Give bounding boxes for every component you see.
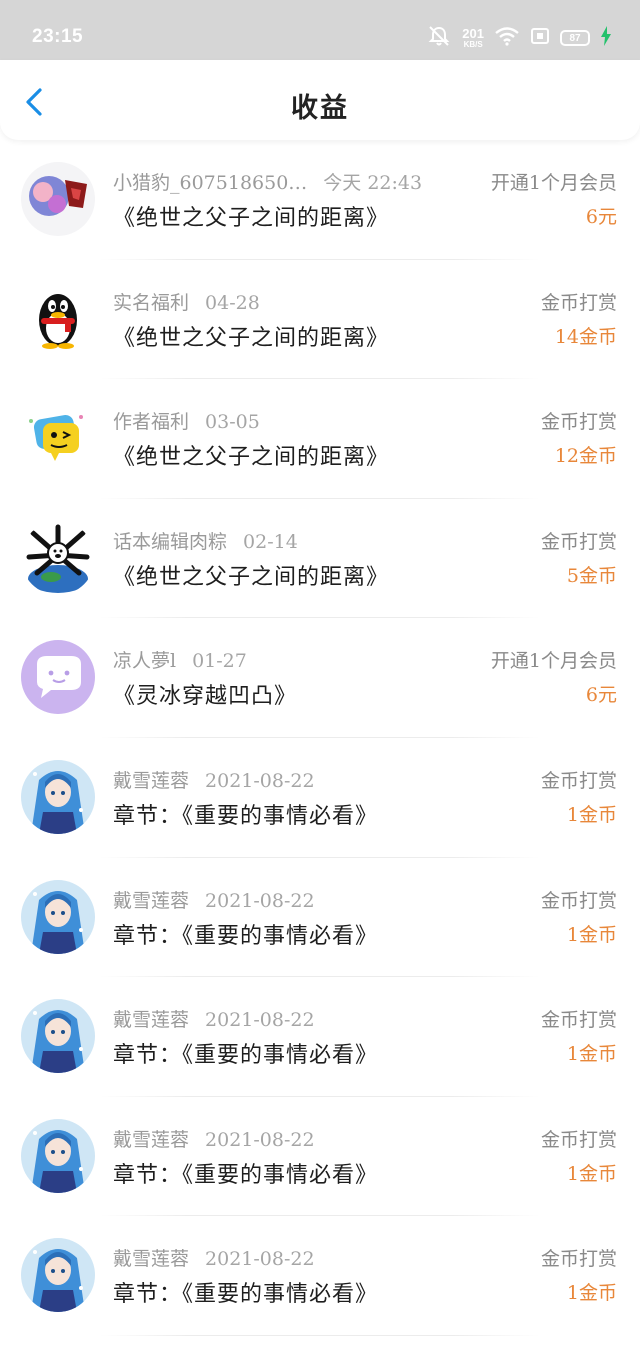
status-icons: 201 KB/S 87	[426, 24, 612, 52]
earning-time: 04-28	[205, 291, 260, 314]
book-title: 《绝世之父子之间的距离》	[113, 206, 390, 231]
user-name: 凉人夢l	[113, 650, 177, 673]
network-speed: 201 KB/S	[462, 27, 484, 49]
yellow-emoji-avatar	[21, 401, 95, 476]
chapter-title: 章节：《重要的事情必看》	[113, 1043, 379, 1069]
user-name: 戴雪莲蓉	[113, 889, 190, 912]
status-time: 23:15	[32, 26, 84, 47]
reward-type: 开通1个月会员	[490, 650, 617, 673]
row-divider	[100, 1334, 540, 1336]
reward-type: 金币打赏	[540, 1128, 617, 1151]
earning-time: 2021-08-22	[205, 769, 315, 792]
reward-type: 金币打赏	[540, 530, 617, 553]
reward-type: 金币打赏	[540, 889, 617, 912]
earning-time: 02-14	[243, 530, 298, 553]
reward-amount: 6元	[585, 206, 617, 228]
anime-girl-avatar	[21, 879, 95, 954]
user-name: 戴雪莲蓉	[113, 1009, 190, 1032]
network-speed-value: 201	[462, 26, 484, 41]
chapter-title: 章节：《重要的事情必看》	[113, 923, 379, 949]
wifi-icon	[494, 26, 520, 51]
reward-type: 金币打赏	[540, 769, 617, 792]
user-name: 小猎豹_607518650…	[113, 172, 308, 194]
user-meta: 话本编辑肉粽 02-14	[113, 527, 298, 554]
charging-icon	[600, 25, 612, 51]
book-title: 《绝世之父子之间的距离》	[113, 325, 390, 351]
anime-girl-avatar	[21, 1118, 95, 1193]
reward-amount: 1金币	[566, 923, 617, 946]
reward-amount: 6元	[585, 684, 617, 707]
reward-type: 金币打赏	[540, 291, 617, 314]
reward-amount: 1金币	[566, 1282, 617, 1305]
earnings-list: 小猎豹_607518650… 今天 22:43 《绝世之父子之间的距离》 开通1个…	[0, 140, 640, 1336]
user-name: 戴雪莲蓉	[113, 1128, 190, 1151]
chapter-title: 章节：《重要的事情必看》	[113, 803, 379, 829]
reward-type: 金币打赏	[540, 1009, 617, 1032]
user-name: 作者福利	[113, 411, 190, 434]
status-bar: 23:15 201 KB/S 87	[0, 0, 640, 60]
earning-time: 今天 22:43	[323, 172, 423, 194]
battery-icon: 87	[560, 30, 590, 46]
purple-chat-avatar	[21, 640, 95, 715]
anime-girl-avatar	[21, 1238, 95, 1313]
reward-amount: 14金币	[554, 325, 617, 348]
book-title: 《绝世之父子之间的距离》	[113, 564, 390, 590]
penguin-avatar	[21, 281, 95, 356]
user-meta: 戴雪莲蓉 2021-08-22	[113, 886, 315, 913]
anime-girl-avatar	[21, 999, 95, 1074]
reward-type: 金币打赏	[540, 411, 617, 434]
user-meta: 作者福利 03-05	[113, 407, 260, 434]
earning-row[interactable]: 实名福利 04-28 《绝世之父子之间的距离》 金币打赏 14金币	[0, 260, 640, 380]
header: 收益	[0, 60, 640, 140]
earning-time: 2021-08-22	[205, 889, 315, 912]
reward-amount: 5金币	[566, 564, 617, 587]
network-speed-unit: KB/S	[463, 40, 483, 49]
book-title: 《绝世之父子之间的距离》	[113, 445, 390, 471]
user-meta: 戴雪莲蓉 2021-08-22	[113, 1125, 315, 1152]
reward-amount: 1金币	[566, 1043, 617, 1066]
user-name: 戴雪莲蓉	[113, 769, 190, 792]
earning-row[interactable]: 戴雪莲蓉 2021-08-22 章节：《重要的事情必看》 金币打赏 1金币	[0, 977, 640, 1097]
earth-bear-avatar	[21, 520, 95, 595]
user-name: 实名福利	[113, 291, 190, 314]
reward-amount: 1金币	[566, 1162, 617, 1185]
anime-girl-avatar	[21, 759, 95, 834]
user-meta: 小猎豹_607518650… 今天 22:43	[113, 168, 422, 195]
colorful-art-avatar	[21, 162, 95, 236]
user-meta: 实名福利 04-28	[113, 288, 260, 315]
earning-time: 01-27	[192, 650, 247, 673]
reward-type: 金币打赏	[540, 1248, 617, 1271]
chapter-title: 章节：《重要的事情必看》	[113, 1162, 379, 1188]
chapter-title: 章节：《重要的事情必看》	[113, 1282, 379, 1308]
earning-time: 2021-08-22	[205, 1009, 315, 1032]
user-meta: 凉人夢l 01-27	[113, 646, 247, 673]
mute-bell-icon	[426, 25, 452, 52]
earning-row[interactable]: 凉人夢l 01-27 《灵冰穿越凹凸》 开通1个月会员 6元	[0, 618, 640, 738]
user-meta: 戴雪莲蓉 2021-08-22	[113, 1005, 315, 1032]
earning-row[interactable]: 戴雪莲蓉 2021-08-22 章节：《重要的事情必看》 金币打赏 1金币	[0, 858, 640, 978]
reward-type: 开通1个月会员	[490, 172, 617, 194]
user-name: 戴雪莲蓉	[113, 1248, 190, 1271]
earning-time: 03-05	[205, 411, 260, 434]
sim-icon	[530, 27, 550, 50]
user-meta: 戴雪莲蓉 2021-08-22	[113, 766, 315, 793]
user-name: 话本编辑肉粽	[113, 530, 228, 553]
earning-row[interactable]: 戴雪莲蓉 2021-08-22 章节：《重要的事情必看》 金币打赏 1金币	[0, 1216, 640, 1336]
earning-time: 2021-08-22	[205, 1128, 315, 1151]
earning-row[interactable]: 戴雪莲蓉 2021-08-22 章节：《重要的事情必看》 金币打赏 1金币	[0, 738, 640, 858]
book-title: 《灵冰穿越凹凸》	[113, 684, 298, 710]
earning-row[interactable]: 作者福利 03-05 《绝世之父子之间的距离》 金币打赏 12金币	[0, 379, 640, 499]
earning-row[interactable]: 话本编辑肉粽 02-14 《绝世之父子之间的距离》 金币打赏 5金币	[0, 499, 640, 619]
reward-amount: 1金币	[566, 803, 617, 826]
earning-time: 2021-08-22	[205, 1248, 315, 1271]
user-meta: 戴雪莲蓉 2021-08-22	[113, 1244, 315, 1271]
page-title: 收益	[291, 93, 349, 124]
reward-amount: 12金币	[554, 445, 617, 468]
earning-row[interactable]: 戴雪莲蓉 2021-08-22 章节：《重要的事情必看》 金币打赏 1金币	[0, 1097, 640, 1217]
earning-row[interactable]: 小猎豹_607518650… 今天 22:43 《绝世之父子之间的距离》 开通1个…	[0, 140, 640, 260]
